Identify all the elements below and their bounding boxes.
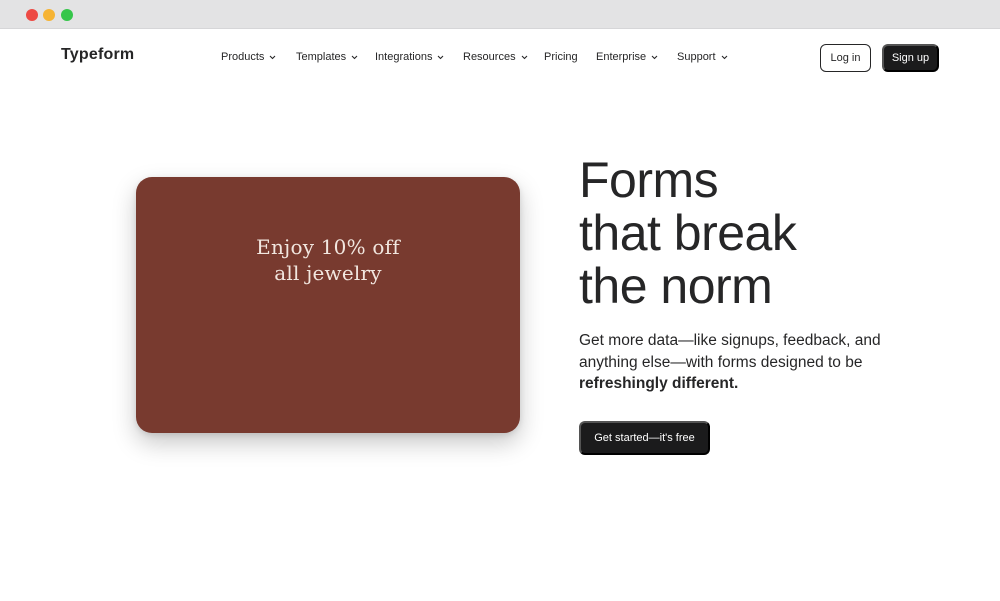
chevron-down-icon [269, 49, 276, 65]
menu-item-integrations[interactable]: Integrations [375, 49, 444, 65]
hero-title-line-2: that break [579, 205, 797, 261]
signup-button[interactable]: Sign up [882, 44, 939, 72]
menu-item-label: Integrations [375, 51, 433, 63]
menu-item-pricing[interactable]: Pricing [544, 49, 578, 65]
menu-item-resources[interactable]: Resources [463, 49, 528, 65]
menu-item-label: Resources [463, 51, 516, 63]
hero-title: Forms that break the norm [579, 154, 979, 313]
menu-item-label: Enterprise [596, 51, 647, 63]
login-button[interactable]: Log in [820, 44, 871, 72]
hero-subtitle-emphasis: refreshingly different. [579, 375, 739, 392]
top-navigation: Typeform Products Templates Integrations [0, 29, 1000, 85]
maximize-window-button[interactable] [61, 9, 73, 21]
promo-form-preview: Enjoy 10% off all jewelry [136, 177, 520, 433]
menu-item-enterprise[interactable]: Enterprise [596, 49, 658, 65]
chevron-down-icon [721, 49, 728, 65]
promo-line-1: Enjoy 10% off [256, 235, 400, 259]
get-started-button[interactable]: Get started—it's free [579, 421, 710, 455]
chevron-down-icon [351, 49, 358, 65]
chevron-down-icon [521, 49, 528, 65]
promo-line-2: all jewelry [274, 261, 382, 285]
menu-item-label: Templates [296, 51, 347, 63]
menu-item-label: Products [221, 51, 265, 63]
hero-title-line-3: the norm [579, 258, 773, 314]
menu-item-templates[interactable]: Templates [296, 49, 358, 65]
close-window-button[interactable] [26, 9, 38, 21]
hero-subtitle: Get more data—like signups, feedback, an… [579, 330, 899, 395]
promo-text: Enjoy 10% off all jewelry [136, 234, 520, 286]
browser-titlebar [0, 0, 1000, 29]
page-content: Typeform Products Templates Integrations [0, 29, 1000, 601]
menu-item-label: Support [677, 51, 716, 63]
hero-title-line-1: Forms [579, 152, 719, 208]
menu-item-products[interactable]: Products [221, 49, 276, 65]
menu-item-support[interactable]: Support [677, 49, 728, 65]
chevron-down-icon [651, 49, 658, 65]
typeform-logo[interactable]: Typeform [61, 46, 134, 64]
chevron-down-icon [437, 49, 444, 65]
hero-subtitle-text: Get more data—like signups, feedback, an… [579, 332, 881, 371]
menu-item-label: Pricing [544, 51, 578, 63]
minimize-window-button[interactable] [43, 9, 55, 21]
